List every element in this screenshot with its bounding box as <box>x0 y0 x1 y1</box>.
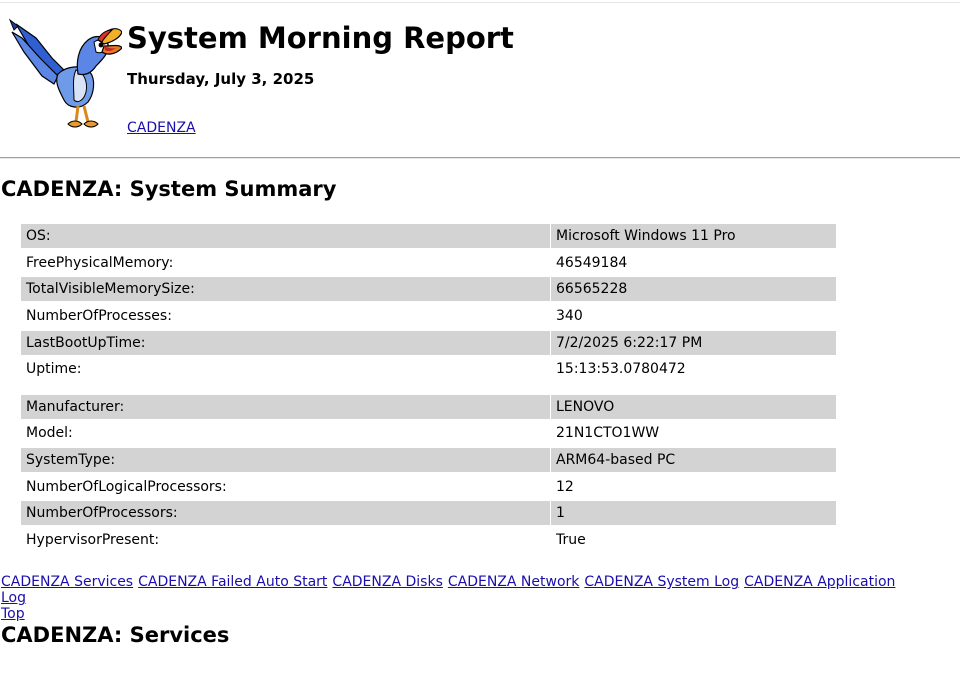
summary-label: FreePhysicalMemory: <box>26 254 174 271</box>
summary-value: Microsoft Windows 11 Pro <box>551 224 836 249</box>
table-row: SystemType: ARM64-based PC <box>21 447 836 474</box>
system-summary-heading: CADENZA: System Summary <box>1 177 337 201</box>
section-nav: CADENZA Services CADENZA Failed Auto Star… <box>1 574 901 622</box>
summary-value: ARM64-based PC <box>551 448 836 473</box>
summary-label: OS: <box>21 224 550 249</box>
table-row: Manufacturer: LENOVO <box>21 394 836 421</box>
table-row: FreePhysicalMemory: 46549184 <box>21 250 836 277</box>
report-date: Thursday, July 3, 2025 <box>127 70 315 88</box>
summary-label: SystemType: <box>21 448 550 473</box>
top-divider <box>0 2 960 3</box>
hornbill-logo-icon <box>8 18 122 128</box>
table-row: NumberOfProcesses: 340 <box>21 303 836 330</box>
header-divider <box>0 157 960 159</box>
table-row: LastBootUpTime: 7/2/2025 6:22:17 PM <box>21 329 836 356</box>
services-heading: CADENZA: Services <box>1 623 230 647</box>
nav-link-services[interactable]: CADENZA Services <box>1 574 133 590</box>
summary-label: Uptime: <box>26 361 82 378</box>
summary-value: 46549184 <box>556 254 628 271</box>
table-row: NumberOfProcessors: 1 <box>21 500 836 527</box>
summary-label: NumberOfLogicalProcessors: <box>26 478 227 495</box>
table-row: HypervisorPresent: True <box>21 527 836 554</box>
table-row: Uptime: 15:13:53.0780472 <box>21 356 836 383</box>
table-row: OS: Microsoft Windows 11 Pro <box>21 223 836 250</box>
summary-label: Model: <box>26 425 73 442</box>
table-group-gap <box>21 383 836 394</box>
table-row: Model: 21N1CTO1WW <box>21 420 836 447</box>
summary-value: 7/2/2025 6:22:17 PM <box>551 330 836 355</box>
summary-label: LastBootUpTime: <box>21 330 550 355</box>
nav-link-network[interactable]: CADENZA Network <box>448 574 580 590</box>
table-row: TotalVisibleMemorySize: 66565228 <box>21 276 836 303</box>
table-row: NumberOfLogicalProcessors: 12 <box>21 473 836 500</box>
summary-value: 12 <box>556 478 574 495</box>
summary-label: Manufacturer: <box>21 394 550 419</box>
summary-value: 1 <box>551 501 836 526</box>
summary-value: True <box>556 531 586 548</box>
summary-value: LENOVO <box>551 394 836 419</box>
summary-value: 15:13:53.0780472 <box>556 361 686 378</box>
nav-link-failed-auto-start[interactable]: CADENZA Failed Auto Start <box>138 574 327 590</box>
summary-value: 340 <box>556 308 583 325</box>
summary-value: 66565228 <box>551 277 836 302</box>
report-title: System Morning Report <box>127 21 514 55</box>
summary-value: 21N1CTO1WW <box>556 425 660 442</box>
summary-label: HypervisorPresent: <box>26 531 160 548</box>
host-link[interactable]: CADENZA <box>127 120 196 137</box>
nav-link-top[interactable]: Top <box>1 606 896 622</box>
nav-link-system-log[interactable]: CADENZA System Log <box>584 574 739 590</box>
summary-label: NumberOfProcessors: <box>21 501 550 526</box>
summary-label: TotalVisibleMemorySize: <box>21 277 550 302</box>
summary-label: NumberOfProcesses: <box>26 308 172 325</box>
nav-link-disks[interactable]: CADENZA Disks <box>332 574 442 590</box>
system-summary-table: OS: Microsoft Windows 11 Pro FreePhysica… <box>21 223 836 553</box>
